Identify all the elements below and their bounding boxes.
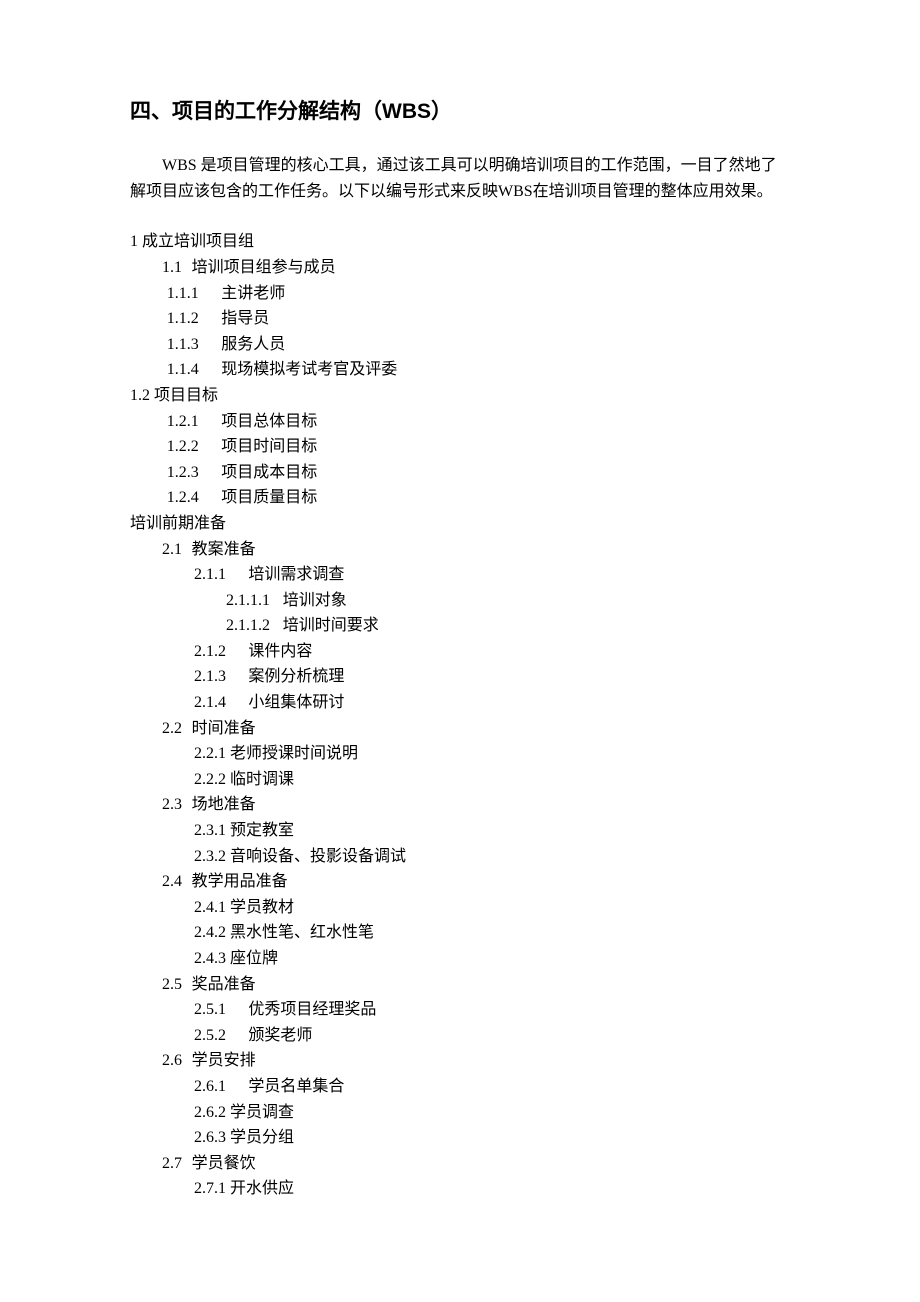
list-item: 2.1.1.1培训对象: [130, 588, 790, 614]
list-item: 2.4教学用品准备: [130, 869, 790, 895]
list-item: 1 成立培训项目组: [130, 229, 790, 255]
list-item: 1.2.4项目质量目标: [130, 485, 790, 511]
list-item: 2.4.1 学员教材: [130, 895, 790, 921]
list-item: 2.2.2 临时调课: [130, 767, 790, 793]
list-item: 2.1教案准备: [130, 537, 790, 563]
list-item: 2.1.1培训需求调查: [130, 562, 790, 588]
list-item: 1.1.4现场模拟考试考官及评委: [130, 357, 790, 383]
list-item: 1.2.3项目成本目标: [130, 460, 790, 486]
list-item: 培训前期准备: [130, 511, 790, 537]
list-item: 2.3.2 音响设备、投影设备调试: [130, 844, 790, 870]
list-item: 2.6.1学员名单集合: [130, 1074, 790, 1100]
list-item: 2.3场地准备: [130, 792, 790, 818]
list-item: 2.4.2 黑水性笔、红水性笔: [130, 920, 790, 946]
list-item: 2.1.1.2培训时间要求: [130, 613, 790, 639]
list-item: 2.5.2颁奖老师: [130, 1023, 790, 1049]
list-item: 2.1.4小组集体研讨: [130, 690, 790, 716]
list-item: 1.1.2指导员: [130, 306, 790, 332]
list-item: 1.1培训项目组参与成员: [130, 255, 790, 281]
list-item: 2.6.3 学员分组: [130, 1125, 790, 1151]
list-item: 2.2时间准备: [130, 716, 790, 742]
list-item: 2.3.1 预定教室: [130, 818, 790, 844]
list-item: 2.5.1优秀项目经理奖品: [130, 997, 790, 1023]
intro-paragraph: WBS 是项目管理的核心工具，通过该工具可以明确培训项目的工作范围，一目了然地了…: [130, 153, 790, 206]
list-item: 2.6学员安排: [130, 1048, 790, 1074]
list-item: 2.5奖品准备: [130, 972, 790, 998]
list-item: 2.7学员餐饮: [130, 1151, 790, 1177]
list-item: 2.2.1 老师授课时间说明: [130, 741, 790, 767]
list-item: 2.1.3案例分析梳理: [130, 664, 790, 690]
section-title: 四、项目的工作分解结构（WBS）: [130, 95, 790, 129]
list-item: 2.7.1 开水供应: [130, 1176, 790, 1202]
list-item: 2.4.3 座位牌: [130, 946, 790, 972]
list-item: 1.1.1主讲老师: [130, 281, 790, 307]
list-item: 1.2.2项目时间目标: [130, 434, 790, 460]
list-item: 2.1.2课件内容: [130, 639, 790, 665]
list-item: 1.2 项目目标: [130, 383, 790, 409]
list-item: 2.6.2 学员调查: [130, 1100, 790, 1126]
list-item: 1.2.1项目总体目标: [130, 409, 790, 435]
wbs-outline: 1 成立培训项目组 1.1培训项目组参与成员 1.1.1主讲老师 1.1.2指导…: [130, 229, 790, 1202]
list-item: 1.1.3服务人员: [130, 332, 790, 358]
